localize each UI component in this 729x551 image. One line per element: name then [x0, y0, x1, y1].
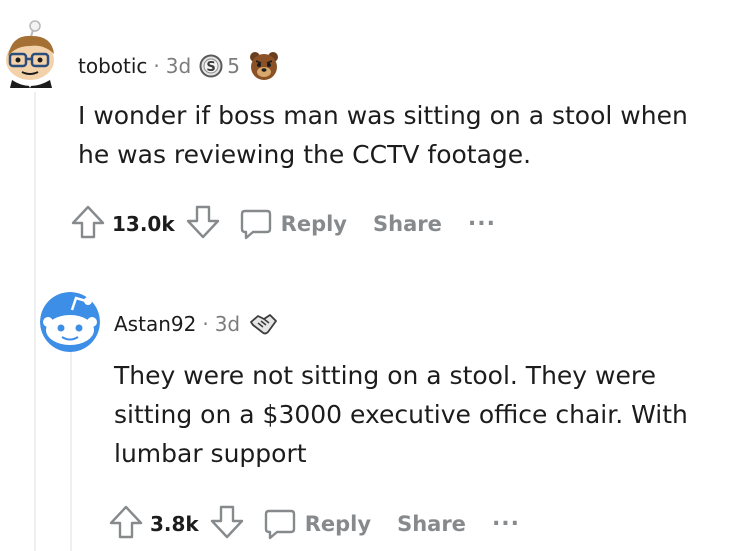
- thread-line-comment-1[interactable]: [34, 92, 36, 551]
- comment-actions: 13.0k Reply Share ...: [70, 204, 496, 244]
- vote-score: 13.0k: [112, 212, 175, 236]
- separator-dot: ·: [202, 312, 209, 336]
- share-label: Share: [373, 212, 442, 236]
- speech-bubble-icon: [240, 209, 271, 240]
- reply-label: Reply: [280, 212, 347, 236]
- username[interactable]: tobotic: [78, 54, 147, 78]
- svg-text:S: S: [207, 60, 216, 75]
- comment-actions: 3.8k Reply Share ...: [108, 504, 520, 544]
- award-count: 5: [227, 54, 240, 78]
- timestamp[interactable]: 3d: [215, 312, 240, 336]
- avatar-snoo-icon: [40, 292, 100, 352]
- reply-button[interactable]: Reply: [263, 507, 371, 541]
- reply-label: Reply: [304, 512, 372, 536]
- reply-button[interactable]: Reply: [239, 207, 347, 241]
- upvote-arrow-icon[interactable]: [108, 504, 144, 544]
- avatar-astan92[interactable]: [40, 292, 100, 352]
- silver-coin-award-icon[interactable]: S: [199, 54, 223, 78]
- speech-bubble-icon: [264, 509, 295, 540]
- username[interactable]: Astan92: [114, 312, 196, 336]
- share-button[interactable]: Share: [373, 212, 442, 236]
- comment-body-line: They were not sitting on a stool. They w…: [114, 361, 656, 390]
- downvote-arrow-icon[interactable]: [185, 204, 221, 244]
- comment-body-line: lumbar support: [114, 439, 307, 468]
- comment-body-line: I wonder if boss man was sitting on a st…: [78, 101, 688, 130]
- comment-body-line: sitting on a $3000 executive office chai…: [114, 400, 688, 429]
- comment-body: I wonder if boss man was sitting on a st…: [78, 96, 688, 174]
- comment-meta: tobotic · 3d S 5: [78, 50, 280, 82]
- thread-line-comment-2[interactable]: [70, 350, 72, 551]
- more-options-button[interactable]: ...: [468, 208, 496, 230]
- avatar-snoo-glasses-icon: [6, 20, 54, 88]
- bear-award-icon[interactable]: [248, 50, 280, 82]
- comment-body-line: he was reviewing the CCTV footage.: [78, 140, 532, 169]
- timestamp[interactable]: 3d: [166, 54, 191, 78]
- vote-score: 3.8k: [150, 512, 199, 536]
- avatar-tobotic[interactable]: [0, 18, 66, 88]
- upvote-arrow-icon[interactable]: [70, 204, 106, 244]
- separator-dot: ·: [153, 54, 160, 78]
- share-label: Share: [397, 512, 466, 536]
- comment-meta: Astan92 · 3d: [114, 310, 278, 338]
- comment-body: They were not sitting on a stool. They w…: [114, 356, 688, 473]
- handshake-award-icon[interactable]: [248, 310, 278, 338]
- share-button[interactable]: Share: [397, 512, 466, 536]
- downvote-arrow-icon[interactable]: [209, 504, 245, 544]
- more-options-button[interactable]: ...: [492, 508, 520, 530]
